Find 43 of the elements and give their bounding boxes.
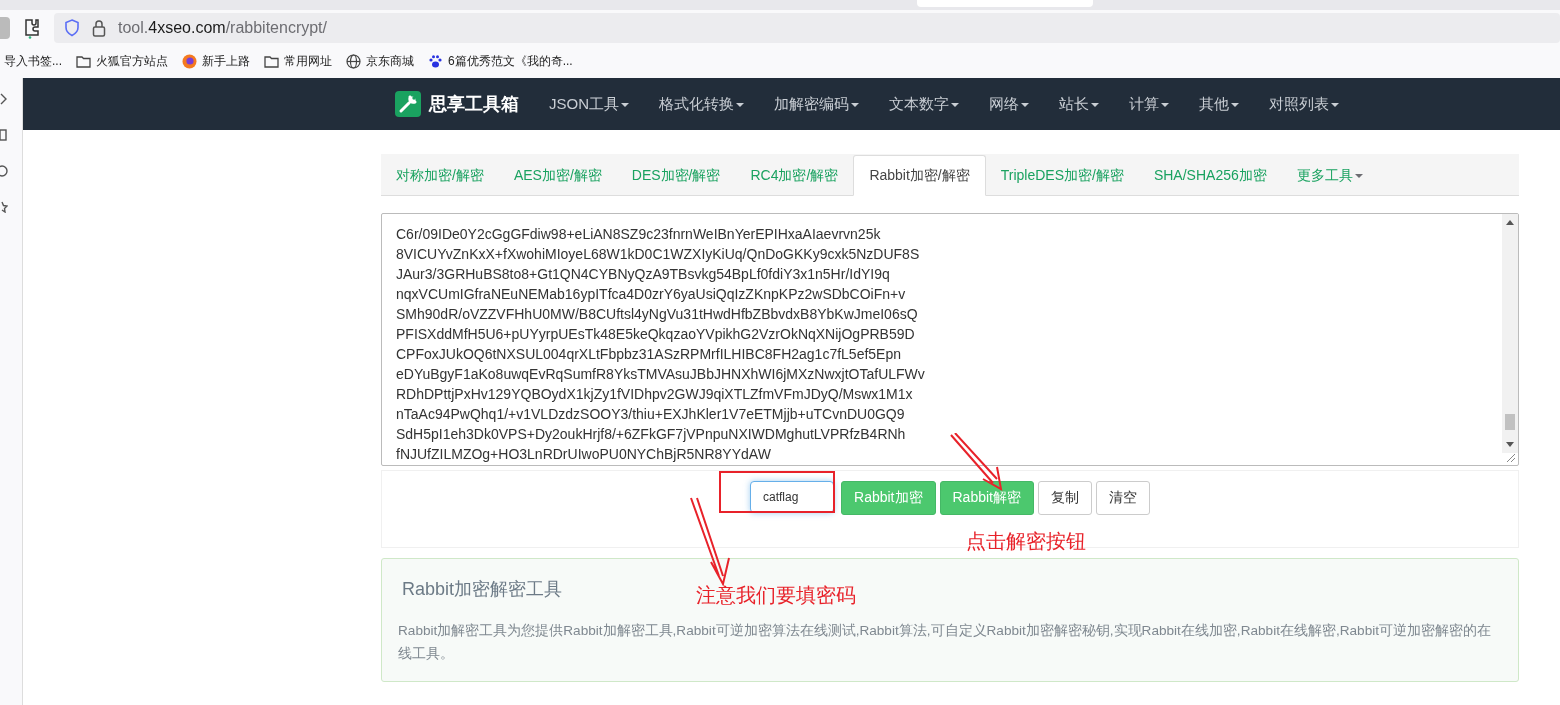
nav-menu[interactable]: 其他 <box>1199 94 1239 114</box>
address-bar[interactable]: tool.4xseo.com/rabbitencrypt/ <box>54 12 1560 43</box>
action-button[interactable]: 清空 <box>1095 481 1150 515</box>
nav-menu[interactable]: JSON工具 <box>549 94 629 114</box>
shield-icon <box>64 18 80 37</box>
annotation-text: 注意我们要填密码 <box>696 583 856 608</box>
bookmark-item[interactable]: 京东商城 <box>346 53 414 70</box>
info-title: Rabbit加密解密工具 <box>402 578 563 601</box>
extension-icon[interactable] <box>22 16 42 39</box>
key-field[interactable]: catflag <box>750 481 835 513</box>
scrollbar[interactable] <box>1502 214 1518 453</box>
ciphertext-field[interactable]: C6r/09IDe0Y2cGgGFdiw98+eLiAN8SZ9c23fnrnWeIBnYerEPIHxaAIaevrvn25k 8VICUYvZnKxX+fXwohiMIoyeL68W1kD0C1WZXIyKiUq/QnDoGKKy9cxk5NzDUF8S JAur3/3GRHuBS8to8+Gt1QN4CYBNyQzA9TBsvkg54BpLf0fdiY3x1n5Hr/IdYI9q nqxVCUmIGfraNEuNEMab16ypITfca4D0zrY6yaUsiQqIzZKnpKPz2wSDbCOiFn+v SMh90dR/oVZZVFHhU0MW/B8CUftsl4yNgVu31tHwdHfbZBbvdxB8YbKwJmeI06sQ PFISXddMfH5U6+pUYyrpUEsTk48E5keQkqzaoYVpikhG2VzrOkNqXNijOgPRB59D CPFoxJUkOQ6tNXSUL004qrXLtFbpbz31ASzRPMrfILHIBC8FH2ag1c7fL5ef5Epn eDYuBgyF1aKo8uwqEvRqSumfR8YksTMVAsuJBbJHNXhWI6jMXzNwxjtOTafULFWv RDhDPttjPxHv129YQBOydX1kjZy1fVIDhpv2GWJ9qiXTLZfmVFmJDyQ/Mswx1M1x nTaAc94PwQhq1/+v1VLDzdzSOOY3/thiu+EXJhKler1V7eETMjjb+uTCvnDU0GQ9 SdH5pI1eh3Dk0VPS+Dy2oukHrjf8/+6ZFkGF7jVPnpuNXIWDMghutLVPRfzB4RNh fNJUfZILMZOg+HO3LnRDrUIwoPU0NYChBjR5NR8YYdAW <box>381 213 1519 466</box>
paw-icon <box>428 54 443 69</box>
nav-menu[interactable]: 站长 <box>1059 94 1099 114</box>
brand-logo[interactable]: 思享工具箱 <box>395 91 519 117</box>
nav-menu[interactable]: 格式化转换 <box>659 94 744 114</box>
sidebar-toggle-icon[interactable] <box>0 16 10 39</box>
annotation-arrow <box>949 433 1005 491</box>
fox-logo-icon <box>182 54 197 69</box>
nav-menu[interactable]: 文本数字 <box>889 94 959 114</box>
folder-icon <box>76 55 91 68</box>
action-button[interactable]: 复制 <box>1037 481 1092 515</box>
bookmark-item[interactable]: 6篇优秀范文《我的奇... <box>428 53 573 70</box>
nav-menu[interactable]: 加解密编码 <box>774 94 859 114</box>
globe-icon <box>346 54 361 69</box>
clock-icon[interactable] <box>0 165 8 177</box>
info-description: Rabbit加解密工具为您提供Rabbit加解密工具,Rabbit可逆加密算法在线测试,Rabbit算法,可自定义Rabbit加密解密秘钥,实现Rabbit在线加密,Rabbit在线解密,Rabbit可逆加密解密的在线工具。 <box>398 622 1493 663</box>
lock-icon <box>92 18 106 37</box>
nav-menu[interactable]: 网络 <box>989 94 1029 114</box>
annotation-text: 点击解密按钮 <box>966 529 1086 554</box>
resize-grip-icon[interactable] <box>1506 453 1516 463</box>
wrench-icon <box>395 91 421 117</box>
bookmark-item[interactable]: 常用网址 <box>264 53 332 70</box>
nav-menu[interactable]: 对照列表 <box>1269 94 1339 114</box>
nav-menu[interactable]: 计算 <box>1129 94 1169 114</box>
bookmark-item[interactable]: 导入书签... <box>4 53 62 70</box>
tab[interactable]: Rabbit加密/解密 <box>853 155 986 196</box>
bookmark-item[interactable]: 火狐官方站点 <box>76 53 168 70</box>
url-text: tool.4xseo.com/rabbitencrypt/ <box>118 18 327 37</box>
brand-name: 思享工具箱 <box>429 93 519 116</box>
page-icon[interactable] <box>0 129 8 141</box>
bookmark-item[interactable]: 新手上路 <box>182 53 250 70</box>
folder-icon <box>264 55 279 68</box>
